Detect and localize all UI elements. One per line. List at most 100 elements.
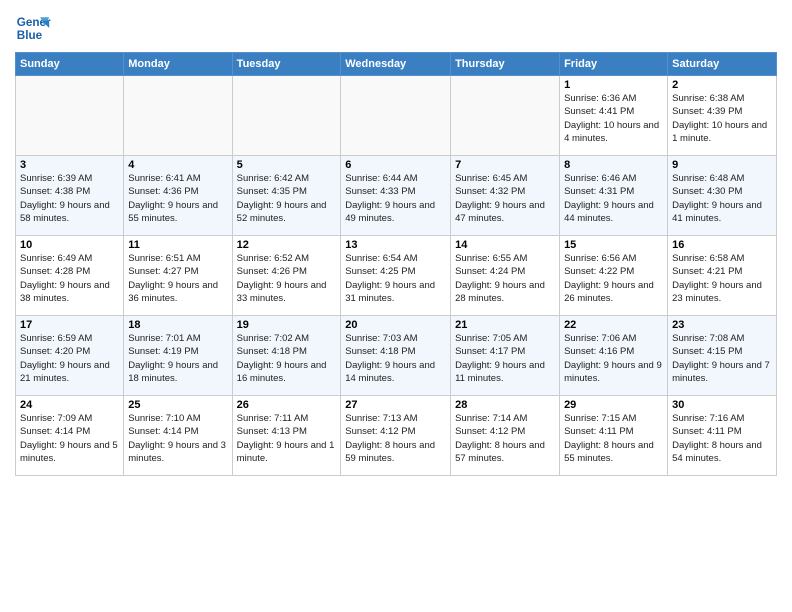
calendar-cell: 10Sunrise: 6:49 AM Sunset: 4:28 PM Dayli… [16, 236, 124, 316]
calendar-week-5: 24Sunrise: 7:09 AM Sunset: 4:14 PM Dayli… [16, 396, 777, 476]
header: General Blue [15, 10, 777, 46]
calendar-cell: 6Sunrise: 6:44 AM Sunset: 4:33 PM Daylig… [341, 156, 451, 236]
day-info: Sunrise: 7:02 AM Sunset: 4:18 PM Dayligh… [237, 332, 337, 385]
calendar-week-1: 1Sunrise: 6:36 AM Sunset: 4:41 PM Daylig… [16, 76, 777, 156]
day-info: Sunrise: 7:13 AM Sunset: 4:12 PM Dayligh… [345, 412, 446, 465]
day-info: Sunrise: 6:55 AM Sunset: 4:24 PM Dayligh… [455, 252, 555, 305]
day-number: 10 [20, 239, 119, 251]
day-number: 2 [672, 79, 772, 91]
calendar-cell [451, 76, 560, 156]
day-info: Sunrise: 7:10 AM Sunset: 4:14 PM Dayligh… [128, 412, 227, 465]
day-number: 22 [564, 319, 663, 331]
weekday-header-thursday: Thursday [451, 53, 560, 76]
calendar-cell: 17Sunrise: 6:59 AM Sunset: 4:20 PM Dayli… [16, 316, 124, 396]
weekday-header-wednesday: Wednesday [341, 53, 451, 76]
calendar-cell: 18Sunrise: 7:01 AM Sunset: 4:19 PM Dayli… [124, 316, 232, 396]
day-info: Sunrise: 6:49 AM Sunset: 4:28 PM Dayligh… [20, 252, 119, 305]
day-info: Sunrise: 7:15 AM Sunset: 4:11 PM Dayligh… [564, 412, 663, 465]
calendar-cell: 3Sunrise: 6:39 AM Sunset: 4:38 PM Daylig… [16, 156, 124, 236]
day-number: 4 [128, 159, 227, 171]
calendar-cell: 9Sunrise: 6:48 AM Sunset: 4:30 PM Daylig… [668, 156, 777, 236]
calendar-week-2: 3Sunrise: 6:39 AM Sunset: 4:38 PM Daylig… [16, 156, 777, 236]
calendar-week-3: 10Sunrise: 6:49 AM Sunset: 4:28 PM Dayli… [16, 236, 777, 316]
calendar-cell: 5Sunrise: 6:42 AM Sunset: 4:35 PM Daylig… [232, 156, 341, 236]
calendar-cell: 19Sunrise: 7:02 AM Sunset: 4:18 PM Dayli… [232, 316, 341, 396]
day-info: Sunrise: 7:03 AM Sunset: 4:18 PM Dayligh… [345, 332, 446, 385]
day-info: Sunrise: 6:42 AM Sunset: 4:35 PM Dayligh… [237, 172, 337, 225]
weekday-header-monday: Monday [124, 53, 232, 76]
calendar-cell: 12Sunrise: 6:52 AM Sunset: 4:26 PM Dayli… [232, 236, 341, 316]
day-number: 21 [455, 319, 555, 331]
calendar-cell: 25Sunrise: 7:10 AM Sunset: 4:14 PM Dayli… [124, 396, 232, 476]
logo-icon: General Blue [15, 10, 51, 46]
day-number: 26 [237, 399, 337, 411]
day-number: 11 [128, 239, 227, 251]
day-info: Sunrise: 6:46 AM Sunset: 4:31 PM Dayligh… [564, 172, 663, 225]
day-number: 9 [672, 159, 772, 171]
day-info: Sunrise: 7:06 AM Sunset: 4:16 PM Dayligh… [564, 332, 663, 385]
page-container: General Blue SundayMondayTuesdayWednesda… [0, 0, 792, 481]
day-info: Sunrise: 6:58 AM Sunset: 4:21 PM Dayligh… [672, 252, 772, 305]
calendar-cell: 11Sunrise: 6:51 AM Sunset: 4:27 PM Dayli… [124, 236, 232, 316]
calendar-cell: 22Sunrise: 7:06 AM Sunset: 4:16 PM Dayli… [560, 316, 668, 396]
calendar-cell: 20Sunrise: 7:03 AM Sunset: 4:18 PM Dayli… [341, 316, 451, 396]
calendar-cell: 24Sunrise: 7:09 AM Sunset: 4:14 PM Dayli… [16, 396, 124, 476]
day-number: 7 [455, 159, 555, 171]
day-number: 15 [564, 239, 663, 251]
weekday-header-tuesday: Tuesday [232, 53, 341, 76]
calendar-cell: 16Sunrise: 6:58 AM Sunset: 4:21 PM Dayli… [668, 236, 777, 316]
calendar-cell: 28Sunrise: 7:14 AM Sunset: 4:12 PM Dayli… [451, 396, 560, 476]
calendar-cell: 8Sunrise: 6:46 AM Sunset: 4:31 PM Daylig… [560, 156, 668, 236]
calendar-cell: 23Sunrise: 7:08 AM Sunset: 4:15 PM Dayli… [668, 316, 777, 396]
weekday-header-row: SundayMondayTuesdayWednesdayThursdayFrid… [16, 53, 777, 76]
day-number: 13 [345, 239, 446, 251]
day-number: 3 [20, 159, 119, 171]
calendar-table: SundayMondayTuesdayWednesdayThursdayFrid… [15, 52, 777, 476]
day-number: 29 [564, 399, 663, 411]
weekday-header-saturday: Saturday [668, 53, 777, 76]
day-number: 14 [455, 239, 555, 251]
day-number: 23 [672, 319, 772, 331]
day-info: Sunrise: 6:56 AM Sunset: 4:22 PM Dayligh… [564, 252, 663, 305]
logo: General Blue [15, 10, 51, 46]
calendar-cell: 4Sunrise: 6:41 AM Sunset: 4:36 PM Daylig… [124, 156, 232, 236]
day-info: Sunrise: 7:14 AM Sunset: 4:12 PM Dayligh… [455, 412, 555, 465]
day-info: Sunrise: 6:41 AM Sunset: 4:36 PM Dayligh… [128, 172, 227, 225]
calendar-cell: 1Sunrise: 6:36 AM Sunset: 4:41 PM Daylig… [560, 76, 668, 156]
day-info: Sunrise: 6:44 AM Sunset: 4:33 PM Dayligh… [345, 172, 446, 225]
day-info: Sunrise: 7:08 AM Sunset: 4:15 PM Dayligh… [672, 332, 772, 385]
day-number: 27 [345, 399, 446, 411]
day-number: 16 [672, 239, 772, 251]
day-info: Sunrise: 6:36 AM Sunset: 4:41 PM Dayligh… [564, 92, 663, 145]
day-info: Sunrise: 7:09 AM Sunset: 4:14 PM Dayligh… [20, 412, 119, 465]
day-info: Sunrise: 7:11 AM Sunset: 4:13 PM Dayligh… [237, 412, 337, 465]
day-info: Sunrise: 6:45 AM Sunset: 4:32 PM Dayligh… [455, 172, 555, 225]
day-info: Sunrise: 6:38 AM Sunset: 4:39 PM Dayligh… [672, 92, 772, 145]
svg-text:Blue: Blue [17, 29, 43, 42]
day-number: 12 [237, 239, 337, 251]
day-info: Sunrise: 7:16 AM Sunset: 4:11 PM Dayligh… [672, 412, 772, 465]
day-number: 24 [20, 399, 119, 411]
calendar-cell: 13Sunrise: 6:54 AM Sunset: 4:25 PM Dayli… [341, 236, 451, 316]
day-number: 5 [237, 159, 337, 171]
day-info: Sunrise: 6:52 AM Sunset: 4:26 PM Dayligh… [237, 252, 337, 305]
calendar-cell: 21Sunrise: 7:05 AM Sunset: 4:17 PM Dayli… [451, 316, 560, 396]
calendar-cell: 27Sunrise: 7:13 AM Sunset: 4:12 PM Dayli… [341, 396, 451, 476]
day-info: Sunrise: 6:48 AM Sunset: 4:30 PM Dayligh… [672, 172, 772, 225]
calendar-cell [341, 76, 451, 156]
calendar-cell: 2Sunrise: 6:38 AM Sunset: 4:39 PM Daylig… [668, 76, 777, 156]
day-info: Sunrise: 6:54 AM Sunset: 4:25 PM Dayligh… [345, 252, 446, 305]
calendar-cell: 15Sunrise: 6:56 AM Sunset: 4:22 PM Dayli… [560, 236, 668, 316]
calendar-cell [232, 76, 341, 156]
day-number: 25 [128, 399, 227, 411]
calendar-cell: 29Sunrise: 7:15 AM Sunset: 4:11 PM Dayli… [560, 396, 668, 476]
calendar-cell [16, 76, 124, 156]
day-number: 6 [345, 159, 446, 171]
day-number: 18 [128, 319, 227, 331]
day-info: Sunrise: 6:39 AM Sunset: 4:38 PM Dayligh… [20, 172, 119, 225]
day-info: Sunrise: 7:01 AM Sunset: 4:19 PM Dayligh… [128, 332, 227, 385]
calendar-cell: 14Sunrise: 6:55 AM Sunset: 4:24 PM Dayli… [451, 236, 560, 316]
day-info: Sunrise: 6:51 AM Sunset: 4:27 PM Dayligh… [128, 252, 227, 305]
day-number: 1 [564, 79, 663, 91]
day-number: 17 [20, 319, 119, 331]
